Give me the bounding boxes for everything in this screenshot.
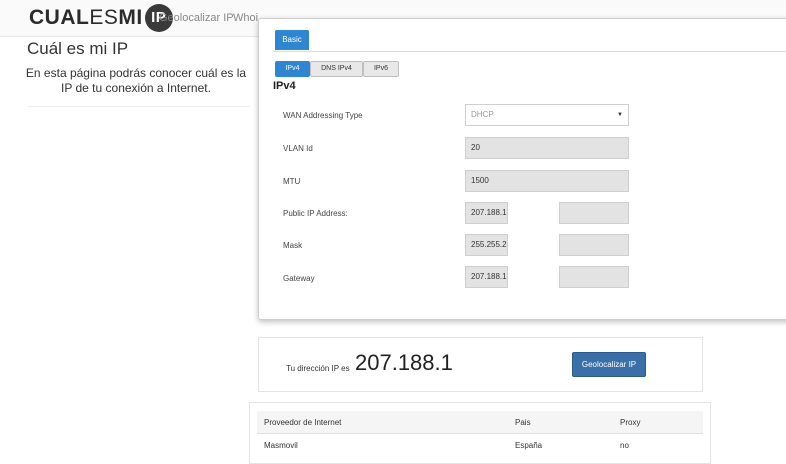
public-ip-label: Public IP Address: xyxy=(283,209,348,218)
mask-input-2[interactable] xyxy=(559,234,629,256)
header-country: Pais xyxy=(515,418,531,427)
page-description: En esta página podrás conocer cuál es la… xyxy=(25,66,247,95)
cell-isp: Masmovil xyxy=(264,441,298,450)
vlan-input[interactable]: 20 xyxy=(465,137,629,159)
ip-label: Tu dirección IP es xyxy=(286,364,350,373)
wan-type-value: DHCP xyxy=(471,110,494,119)
gateway-input-2[interactable] xyxy=(559,266,629,288)
tab-divider xyxy=(273,51,786,52)
mask-input[interactable]: 255.255.2 xyxy=(465,234,508,256)
site-logo[interactable]: CUAL ES MI IP xyxy=(29,4,173,32)
logo-mi: MI xyxy=(118,6,143,29)
wan-type-select[interactable]: DHCP ▼ xyxy=(465,104,629,126)
logo-es: ES xyxy=(89,6,119,29)
caret-down-icon: ▼ xyxy=(617,112,623,118)
gateway-input[interactable]: 207.188.1 xyxy=(465,266,508,288)
header-proxy: Proxy xyxy=(620,418,641,427)
nav-link-geolocalizar[interactable]: Geolocalizar IP xyxy=(159,12,234,24)
logo-cual: CUAL xyxy=(29,6,90,29)
ip-address-value: 207.188.1 xyxy=(355,350,453,375)
page-title: Cuál es mi IP xyxy=(27,39,129,58)
tab-ipv4[interactable]: IPv4 xyxy=(275,61,310,77)
table-header: Proveedor de Internet Pais Proxy xyxy=(257,411,703,434)
tab-ipv6[interactable]: IPv6 xyxy=(363,61,399,77)
gateway-label: Gateway xyxy=(283,274,315,283)
mtu-input[interactable]: 1500 xyxy=(465,170,629,192)
section-title: IPv4 xyxy=(273,80,296,92)
tab-dns-ipv4[interactable]: DNS IPv4 xyxy=(310,61,363,77)
public-ip-input[interactable]: 207.188.1 xyxy=(465,202,508,224)
mtu-label: MTU xyxy=(283,177,301,186)
nav-link-whois[interactable]: Whoi xyxy=(233,12,258,24)
header-isp: Proveedor de Internet xyxy=(264,418,342,427)
divider xyxy=(28,106,250,107)
cell-country: España xyxy=(515,441,543,450)
mask-label: Mask xyxy=(283,241,303,250)
ipv4-settings-modal: Basic IPv4 DNS IPv4 IPv6 IPv4 WAN Addres… xyxy=(258,18,786,320)
ip-address-card: Tu dirección IP es 207.188.1 Geolocaliza… xyxy=(258,337,703,392)
geolocate-ip-button[interactable]: Geolocalizar IP xyxy=(572,352,646,377)
cell-proxy: no xyxy=(620,441,629,450)
vlan-label: VLAN Id xyxy=(283,144,313,153)
tab-basic[interactable]: Basic xyxy=(275,30,309,50)
public-ip-input-2[interactable] xyxy=(559,202,629,224)
isp-table: Proveedor de Internet Pais Proxy Masmovi… xyxy=(249,402,711,464)
wan-type-label: WAN Addressing Type xyxy=(283,111,363,120)
